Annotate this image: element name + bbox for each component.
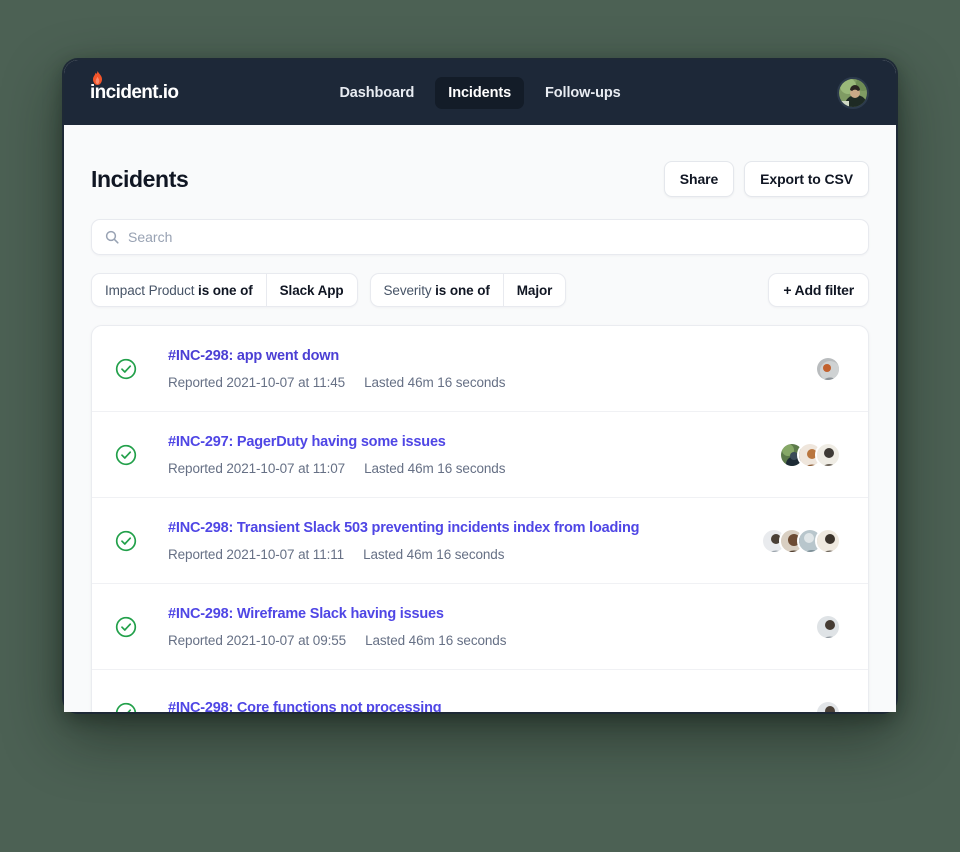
incident-title-link[interactable]: #INC-298: Core functions not processing (168, 700, 815, 713)
avatar (815, 700, 841, 712)
filter-chip-severity[interactable]: Severity is one of Major (369, 273, 567, 307)
incident-title-link[interactable]: #INC-298: Wireframe Slack having issues (168, 606, 815, 622)
avatar-image (839, 79, 867, 107)
search-input[interactable] (128, 229, 855, 245)
nav-item-dashboard[interactable]: Dashboard (326, 77, 427, 109)
responder-avatars[interactable] (761, 527, 848, 554)
incident-reported-time: Reported 2021-10-07 at 09:55 (168, 632, 347, 648)
brand-logo[interactable]: incident.io (90, 71, 179, 103)
page-header: Incidents Share Export to CSV (91, 125, 869, 197)
top-navigation-bar: incident.io Dashboard Incidents Follow-u… (64, 60, 896, 125)
filter-operator: is one of (435, 282, 490, 298)
incident-reported-time: Reported 2021-10-07 at 11:11 (168, 546, 345, 562)
brand-wordmark: incident.io (90, 82, 179, 103)
nav-links: Dashboard Incidents Follow-ups (64, 76, 896, 109)
status-resolved-icon (113, 358, 139, 380)
incident-details: #INC-298: Wireframe Slack having issues … (139, 606, 815, 648)
user-avatar[interactable] (837, 77, 869, 109)
incident-row[interactable]: #INC-298: app went down Reported 2021-10… (92, 326, 868, 412)
responder-avatars[interactable] (779, 441, 848, 468)
incident-details: #INC-298: Core functions not processing (139, 700, 815, 713)
incident-title-link[interactable]: #INC-297: PagerDuty having some issues (168, 434, 779, 450)
incident-duration: Lasted 46m 16 seconds (365, 632, 507, 648)
filter-field-name: Impact Product (105, 282, 195, 298)
share-button[interactable]: Share (663, 161, 735, 197)
incident-row[interactable]: #INC-297: PagerDuty having some issues R… (92, 412, 868, 498)
incident-reported-time: Reported 2021-10-07 at 11:45 (168, 374, 346, 390)
avatar (815, 527, 841, 554)
filter-value-slack-app[interactable]: Slack App (267, 283, 357, 298)
add-filter-button[interactable]: + Add filter (768, 273, 869, 307)
page-title: Incidents (91, 165, 189, 192)
filter-operator: is one of (198, 282, 253, 298)
avatar (815, 355, 841, 382)
search-bar[interactable] (91, 219, 869, 255)
incident-row[interactable]: #INC-298: Core functions not processing (92, 670, 868, 712)
status-resolved-icon (113, 702, 139, 712)
nav-item-incidents[interactable]: Incidents (435, 76, 525, 109)
incident-duration: Lasted 46m 16 seconds (363, 546, 505, 562)
header-actions: Share Export to CSV (663, 161, 869, 197)
status-resolved-icon (113, 616, 139, 638)
status-resolved-icon (113, 530, 139, 552)
incident-meta: Reported 2021-10-07 at 11:45 Lasted 46m … (168, 375, 815, 390)
status-resolved-icon (113, 444, 139, 466)
search-icon (105, 230, 119, 244)
app-window: incident.io Dashboard Incidents Follow-u… (64, 60, 896, 712)
responder-avatars[interactable] (815, 700, 848, 712)
incident-title-link[interactable]: #INC-298: Transient Slack 503 preventing… (168, 520, 761, 536)
incident-list: #INC-298: app went down Reported 2021-10… (91, 325, 869, 712)
avatar (815, 441, 841, 468)
filter-chip-impact-product[interactable]: Impact Product is one of Slack App (91, 273, 358, 307)
incident-meta: Reported 2021-10-07 at 09:55 Lasted 46m … (168, 633, 815, 648)
page-body: Incidents Share Export to CSV Impact Pro… (64, 125, 896, 712)
nav-item-follow-ups[interactable]: Follow-ups (532, 77, 634, 109)
avatar (815, 613, 841, 640)
incident-duration: Lasted 46m 16 seconds (364, 460, 506, 476)
filter-row: Impact Product is one of Slack App Sever… (91, 273, 869, 307)
incident-reported-time: Reported 2021-10-07 at 11:07 (168, 460, 346, 476)
flame-icon (93, 71, 102, 85)
export-csv-button[interactable]: Export to CSV (744, 161, 869, 197)
incident-meta: Reported 2021-10-07 at 11:11 Lasted 46m … (168, 547, 761, 562)
responder-avatars[interactable] (815, 613, 848, 640)
responder-avatars[interactable] (815, 355, 848, 382)
incident-title-link[interactable]: #INC-298: app went down (168, 348, 815, 364)
filter-chip-label: Severity is one of (371, 283, 503, 298)
filter-value-major[interactable]: Major (504, 283, 566, 298)
incident-details: #INC-298: app went down Reported 2021-10… (139, 348, 815, 390)
incident-row[interactable]: #INC-298: Transient Slack 503 preventing… (92, 498, 868, 584)
incident-row[interactable]: #INC-298: Wireframe Slack having issues … (92, 584, 868, 670)
incident-details: #INC-297: PagerDuty having some issues R… (139, 434, 779, 476)
incident-details: #INC-298: Transient Slack 503 preventing… (139, 520, 761, 562)
filter-chip-label: Impact Product is one of (92, 283, 266, 298)
incident-meta: Reported 2021-10-07 at 11:07 Lasted 46m … (168, 461, 779, 476)
filter-field-name: Severity (383, 282, 432, 298)
incident-duration: Lasted 46m 16 seconds (364, 374, 506, 390)
